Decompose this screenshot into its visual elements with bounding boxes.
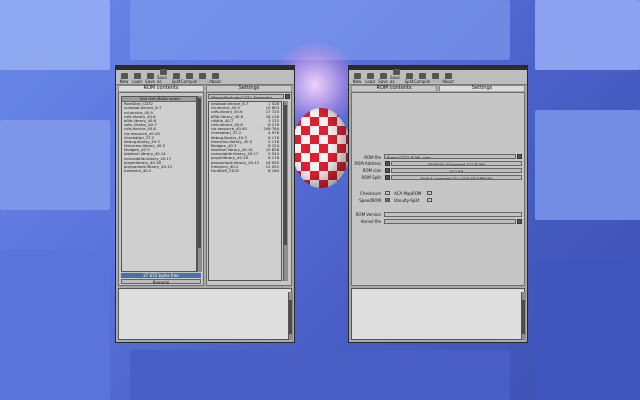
toolbar-button-label: Save xyxy=(145,79,155,84)
background-cube xyxy=(535,0,640,70)
kernel-file-label: Kernel file xyxy=(361,219,381,224)
background-cube xyxy=(0,0,110,70)
rom-address-label: ROM Address xyxy=(354,161,381,166)
toolbar-button-label: Load xyxy=(132,79,142,84)
scrollbar-thumb[interactable] xyxy=(289,300,292,334)
scrollbar-thumb[interactable] xyxy=(198,98,201,248)
rom-size-cycle-icon[interactable] xyxy=(385,168,390,173)
tab-label: Settings xyxy=(439,85,525,91)
log-output-area xyxy=(118,288,292,340)
background-cube xyxy=(535,260,640,400)
checksum-checkbox[interactable] xyxy=(385,191,390,195)
speedrom-checkbox[interactable] xyxy=(385,198,390,202)
module-name: FontDefl_CD32 xyxy=(211,168,240,173)
tab-rom-contents[interactable]: ROM contents xyxy=(118,85,204,91)
tab-settings[interactable]: Settings xyxy=(206,85,292,91)
rom-split-cycle-icon[interactable] xyxy=(385,175,390,180)
toolbar-button-label: About xyxy=(209,79,221,84)
chevron-down-icon[interactable] xyxy=(517,154,522,159)
list-item[interactable]: FontDefl_CD32 6 160 xyxy=(209,168,281,173)
chevron-down-icon[interactable] xyxy=(517,219,522,224)
log-scrollbar[interactable] xyxy=(288,292,293,340)
toolbar-button[interactable]: About xyxy=(442,73,454,84)
scrollbar-thumb[interactable] xyxy=(284,105,287,245)
module-list-scrollbar[interactable] xyxy=(283,101,288,281)
vanulty-split-label: Vanulty-Split xyxy=(394,198,420,203)
rom-split-cycle[interactable]: Split & swapped (2x 1024 KB EPROM) xyxy=(391,175,522,180)
background-cube xyxy=(130,350,510,400)
background-cube xyxy=(535,110,640,220)
tab-label: ROM contents xyxy=(118,85,204,91)
toolbar-button[interactable]: Save xyxy=(377,73,389,84)
toolbar-button-label: Save as xyxy=(157,75,167,84)
kernel-file-field[interactable] xyxy=(384,219,516,224)
aca-maprom-label: ACA MapROM xyxy=(394,191,422,196)
free-space-status: 27 672 bytes free xyxy=(121,273,201,278)
settings-panel xyxy=(351,92,525,286)
toolbar-button[interactable]: New xyxy=(351,73,363,84)
module-size: 6 160 xyxy=(268,168,279,173)
toolbar-button-label: Save xyxy=(378,79,388,84)
available-module-list[interactable]: scsiboot.device_6.7 1 028 nd.device_40.9 10… xyxy=(208,101,282,281)
settings-window: New Load Save Save as Split Compile?????? Abou… xyxy=(348,65,528,343)
toolbar: New Load Save Save as Split Compile?????? Abou… xyxy=(349,69,527,85)
toolbar-button-label: Split xyxy=(171,79,181,84)
toolbar-button[interactable]: Load xyxy=(364,73,376,84)
rom-split-label: ROM Split xyxy=(361,175,381,180)
rom-version-field xyxy=(384,212,522,217)
rename-button[interactable]: Rename xyxy=(121,279,201,285)
toolbar-button[interactable]: Load xyxy=(131,73,143,84)
log-output-area xyxy=(351,288,525,340)
boing-ball xyxy=(292,108,350,188)
list-item[interactable]: freeanim_40.2 xyxy=(122,168,196,173)
rom-list-scrollbar[interactable] xyxy=(197,96,202,272)
rom-module-list[interactable]: Kick Set (Build issue) RomDisk_CD32 scsib… xyxy=(121,96,197,272)
background-cube xyxy=(0,250,110,400)
toolbar-button-label: New xyxy=(352,79,362,84)
log-scrollbar[interactable] xyxy=(521,292,526,340)
rom-size-cycle[interactable]: 512 KB xyxy=(391,168,522,173)
toolbar-button[interactable]: Compile xyxy=(181,73,197,84)
toolbar-button-label: New xyxy=(119,79,129,84)
toolbar-button[interactable]: New xyxy=(118,73,130,84)
rom-contents-window: New Load Save Save as Split Compile?????? Abou… xyxy=(115,65,295,343)
rom-file-field[interactable]: Roms:CD32_ROM_.rom xyxy=(384,154,516,159)
toolbar-button[interactable]: Save as xyxy=(390,69,402,84)
tab-rom-contents[interactable]: ROM contents xyxy=(351,85,437,91)
checksum-label: Checksum xyxy=(360,191,381,196)
module-directory-dropdown[interactable]: [Roms/Modules/CD32_Extended xyxy=(208,94,284,99)
toolbar-button: ?????? xyxy=(429,73,441,84)
rom-file-label: ROM file xyxy=(364,155,381,160)
toolbar-button[interactable]: Save as xyxy=(157,69,169,84)
toolbar-button-label: Split xyxy=(404,79,414,84)
speedrom-label: SpeedROM xyxy=(359,198,381,203)
rom-address-cycle-icon[interactable] xyxy=(385,161,390,166)
toolbar-button: ?????? xyxy=(196,73,208,84)
vanulty-split-checkbox[interactable] xyxy=(427,198,432,202)
toolbar-button-label: Save as xyxy=(390,75,400,84)
aca-maprom-checkbox[interactable] xyxy=(427,191,432,195)
toolbar-button-label: About xyxy=(442,79,454,84)
tab-settings[interactable]: Settings xyxy=(439,85,525,91)
toolbar: New Load Save Save as Split Compile?????? Abou… xyxy=(116,69,294,85)
rom-size-label: ROM size xyxy=(362,168,381,173)
rom-version-label: ROM Version xyxy=(355,212,381,217)
scrollbar-thumb[interactable] xyxy=(522,300,525,334)
toolbar-button-label: ?????? xyxy=(428,79,442,84)
tab-label: ROM contents xyxy=(351,85,437,91)
toolbar-button-label: Load xyxy=(365,79,375,84)
chevron-down-icon[interactable] xyxy=(285,94,290,99)
background-cube xyxy=(0,120,110,210)
toolbar-button-label: ?????? xyxy=(195,79,209,84)
toolbar-button[interactable]: About xyxy=(209,73,221,84)
rom-address-cycle[interactable]: $E00000 (Extended 512 ROM) xyxy=(391,161,522,166)
tab-label: Settings xyxy=(206,85,292,91)
toolbar-button[interactable]: Save xyxy=(144,73,156,84)
toolbar-button[interactable]: Compile xyxy=(414,73,430,84)
